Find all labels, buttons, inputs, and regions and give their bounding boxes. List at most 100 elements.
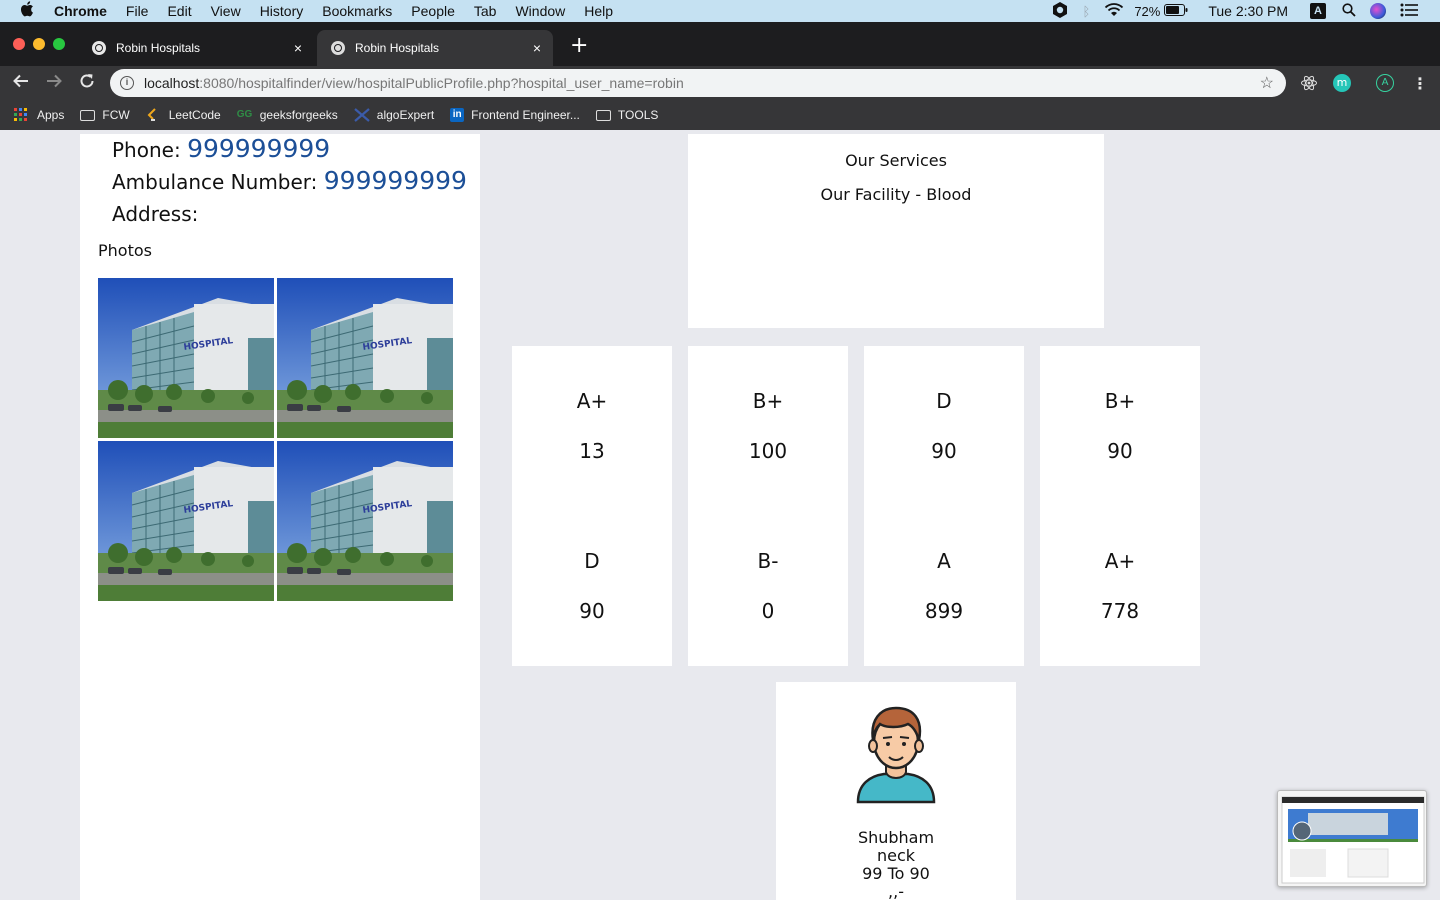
leetcode-icon bbox=[146, 108, 162, 122]
doctor-specialty: neck bbox=[876, 846, 916, 865]
menu-app-name[interactable]: Chrome bbox=[54, 3, 107, 19]
blood-count: 13 bbox=[579, 439, 605, 463]
hospital-info-panel: Phone: 999999999 Ambulance Number: 99999… bbox=[80, 134, 480, 900]
phone-value[interactable]: 999999999 bbox=[187, 134, 330, 163]
menu-edit[interactable]: Edit bbox=[167, 3, 191, 19]
address-bar[interactable]: i localhost:8080/hospitalfinder/view/hos… bbox=[110, 69, 1286, 97]
window-zoom-button[interactable] bbox=[53, 38, 65, 50]
back-button[interactable] bbox=[12, 72, 30, 96]
blood-group: B+ bbox=[752, 389, 784, 413]
bookmark-geeksforgeeks[interactable]: GG geeksforgeeks bbox=[237, 108, 338, 122]
macos-menu-bar: Chrome File Edit View History Bookmarks … bbox=[0, 0, 1440, 22]
apple-menu-icon[interactable] bbox=[20, 0, 40, 22]
extension-m-icon[interactable]: m bbox=[1333, 74, 1351, 92]
wifi-icon[interactable] bbox=[1104, 2, 1124, 20]
bookmark-fcw[interactable]: FCW bbox=[80, 108, 130, 122]
gfg-icon: GG bbox=[236, 109, 253, 120]
doctor-card[interactable]: Shubham neck 99 To 90 ,,- bbox=[776, 682, 1016, 900]
services-heading: Our Services bbox=[845, 151, 947, 170]
extension-a-icon[interactable]: A bbox=[1376, 74, 1394, 92]
menu-people[interactable]: People bbox=[411, 3, 455, 19]
bookmark-leetcode[interactable]: LeetCode bbox=[146, 108, 221, 122]
algoexpert-icon bbox=[354, 108, 370, 122]
blood-group: B- bbox=[757, 549, 779, 573]
new-tab-button[interactable]: + bbox=[570, 33, 588, 58]
menu-window[interactable]: Window bbox=[515, 3, 565, 19]
tab-close-icon[interactable]: × bbox=[294, 40, 302, 56]
url-host: localhost bbox=[144, 75, 200, 91]
ambulance-line: Ambulance Number: 999999999 bbox=[112, 166, 467, 195]
site-info-icon[interactable]: i bbox=[120, 76, 134, 90]
battery-percent: 72% bbox=[1134, 3, 1161, 19]
menu-bookmarks[interactable]: Bookmarks bbox=[322, 3, 392, 19]
siri-icon[interactable] bbox=[1370, 3, 1386, 19]
tab-inactive[interactable]: Robin Hospitals × bbox=[78, 30, 314, 66]
menu-view[interactable]: View bbox=[211, 3, 241, 19]
bookmark-apps[interactable]: Apps bbox=[14, 108, 64, 122]
folder-icon bbox=[595, 109, 611, 121]
window-minimize-button[interactable] bbox=[33, 38, 45, 50]
globe-icon bbox=[92, 41, 106, 55]
ambulance-value[interactable]: 999999999 bbox=[324, 166, 467, 195]
blood-group: B+ bbox=[1104, 389, 1136, 413]
blood-card: D 90 bbox=[864, 346, 1024, 506]
hospital-photo[interactable]: HOSPITAL bbox=[98, 441, 274, 601]
bookmark-tools[interactable]: TOOLS bbox=[595, 108, 659, 122]
bookmark-label: TOOLS bbox=[617, 108, 659, 122]
blood-card: B+ 100 bbox=[688, 346, 848, 506]
bookmark-label: LeetCode bbox=[168, 108, 221, 122]
bookmark-label: Frontend Engineer... bbox=[471, 108, 580, 122]
blood-count: 90 bbox=[579, 599, 605, 623]
blood-group: A+ bbox=[576, 389, 608, 413]
bookmark-frontend-engineer[interactable]: in Frontend Engineer... bbox=[450, 108, 580, 122]
doctor-extra: ,,- bbox=[888, 882, 904, 900]
page-content: Phone: 999999999 Ambulance Number: 99999… bbox=[0, 134, 1440, 900]
photos-heading: Photos bbox=[98, 241, 152, 260]
folder-icon bbox=[80, 109, 96, 121]
notification-center-icon[interactable] bbox=[1400, 3, 1418, 20]
forward-button[interactable] bbox=[45, 72, 63, 96]
blood-group: A+ bbox=[1104, 549, 1136, 573]
bluetooth-icon[interactable]: ᛒ bbox=[1083, 4, 1091, 19]
chrome-menu-icon[interactable]: ⋮ bbox=[1412, 74, 1428, 93]
window-close-button[interactable] bbox=[13, 38, 25, 50]
address-line: Address: bbox=[112, 202, 198, 226]
phone-line: Phone: 999999999 bbox=[112, 134, 330, 163]
hospital-photo[interactable]: HOSPITAL bbox=[277, 441, 453, 601]
phone-label: Phone: bbox=[112, 138, 181, 162]
blood-count: 0 bbox=[761, 599, 775, 623]
tab-title: Robin Hospitals bbox=[116, 41, 201, 55]
menu-file[interactable]: File bbox=[126, 3, 149, 19]
react-devtools-icon[interactable] bbox=[1300, 74, 1318, 92]
doctor-avatar-icon bbox=[856, 702, 936, 808]
bookmark-label: algoExpert bbox=[376, 108, 435, 122]
blood-card: A+ 13 bbox=[512, 346, 672, 506]
menu-tab[interactable]: Tab bbox=[474, 3, 497, 19]
services-card: Our Services Our Facility - Blood bbox=[688, 134, 1104, 328]
tab-title: Robin Hospitals bbox=[355, 41, 440, 55]
tab-active[interactable]: Robin Hospitals × bbox=[317, 30, 553, 66]
hospital-photo[interactable]: HOSPITAL bbox=[98, 278, 274, 438]
hospital-photo[interactable]: HOSPITAL bbox=[277, 278, 453, 438]
reload-button[interactable] bbox=[78, 72, 96, 96]
bookmark-algoexpert[interactable]: algoExpert bbox=[354, 108, 434, 122]
menu-help[interactable]: Help bbox=[584, 3, 613, 19]
ambulance-label: Ambulance Number: bbox=[112, 170, 318, 194]
chrome-toolbar: i localhost:8080/hospitalfinder/view/hos… bbox=[0, 66, 1440, 100]
url-path: :8080/hospitalfinder/view/hospitalPublic… bbox=[199, 75, 684, 91]
chrome-tab-strip: Robin Hospitals × Robin Hospitals × + bbox=[0, 22, 1440, 66]
input-source-icon[interactable]: A bbox=[1310, 3, 1326, 19]
blood-card: D 90 bbox=[512, 506, 672, 666]
blood-card: A+ 778 bbox=[1040, 506, 1200, 666]
battery-icon[interactable] bbox=[1164, 3, 1188, 19]
menubar-clock[interactable]: Tue 2:30 PM bbox=[1208, 3, 1288, 19]
bookmark-label: FCW bbox=[102, 108, 130, 122]
status-app-icon[interactable] bbox=[1051, 1, 1069, 22]
bookmark-label: Apps bbox=[37, 108, 65, 122]
menu-history[interactable]: History bbox=[260, 3, 304, 19]
screenshot-thumbnail[interactable] bbox=[1277, 790, 1427, 887]
spotlight-search-icon[interactable] bbox=[1342, 2, 1356, 20]
bookmark-label: geeksforgeeks bbox=[259, 108, 338, 122]
bookmark-star-icon[interactable]: ☆ bbox=[1260, 73, 1274, 93]
tab-close-icon[interactable]: × bbox=[533, 40, 541, 56]
